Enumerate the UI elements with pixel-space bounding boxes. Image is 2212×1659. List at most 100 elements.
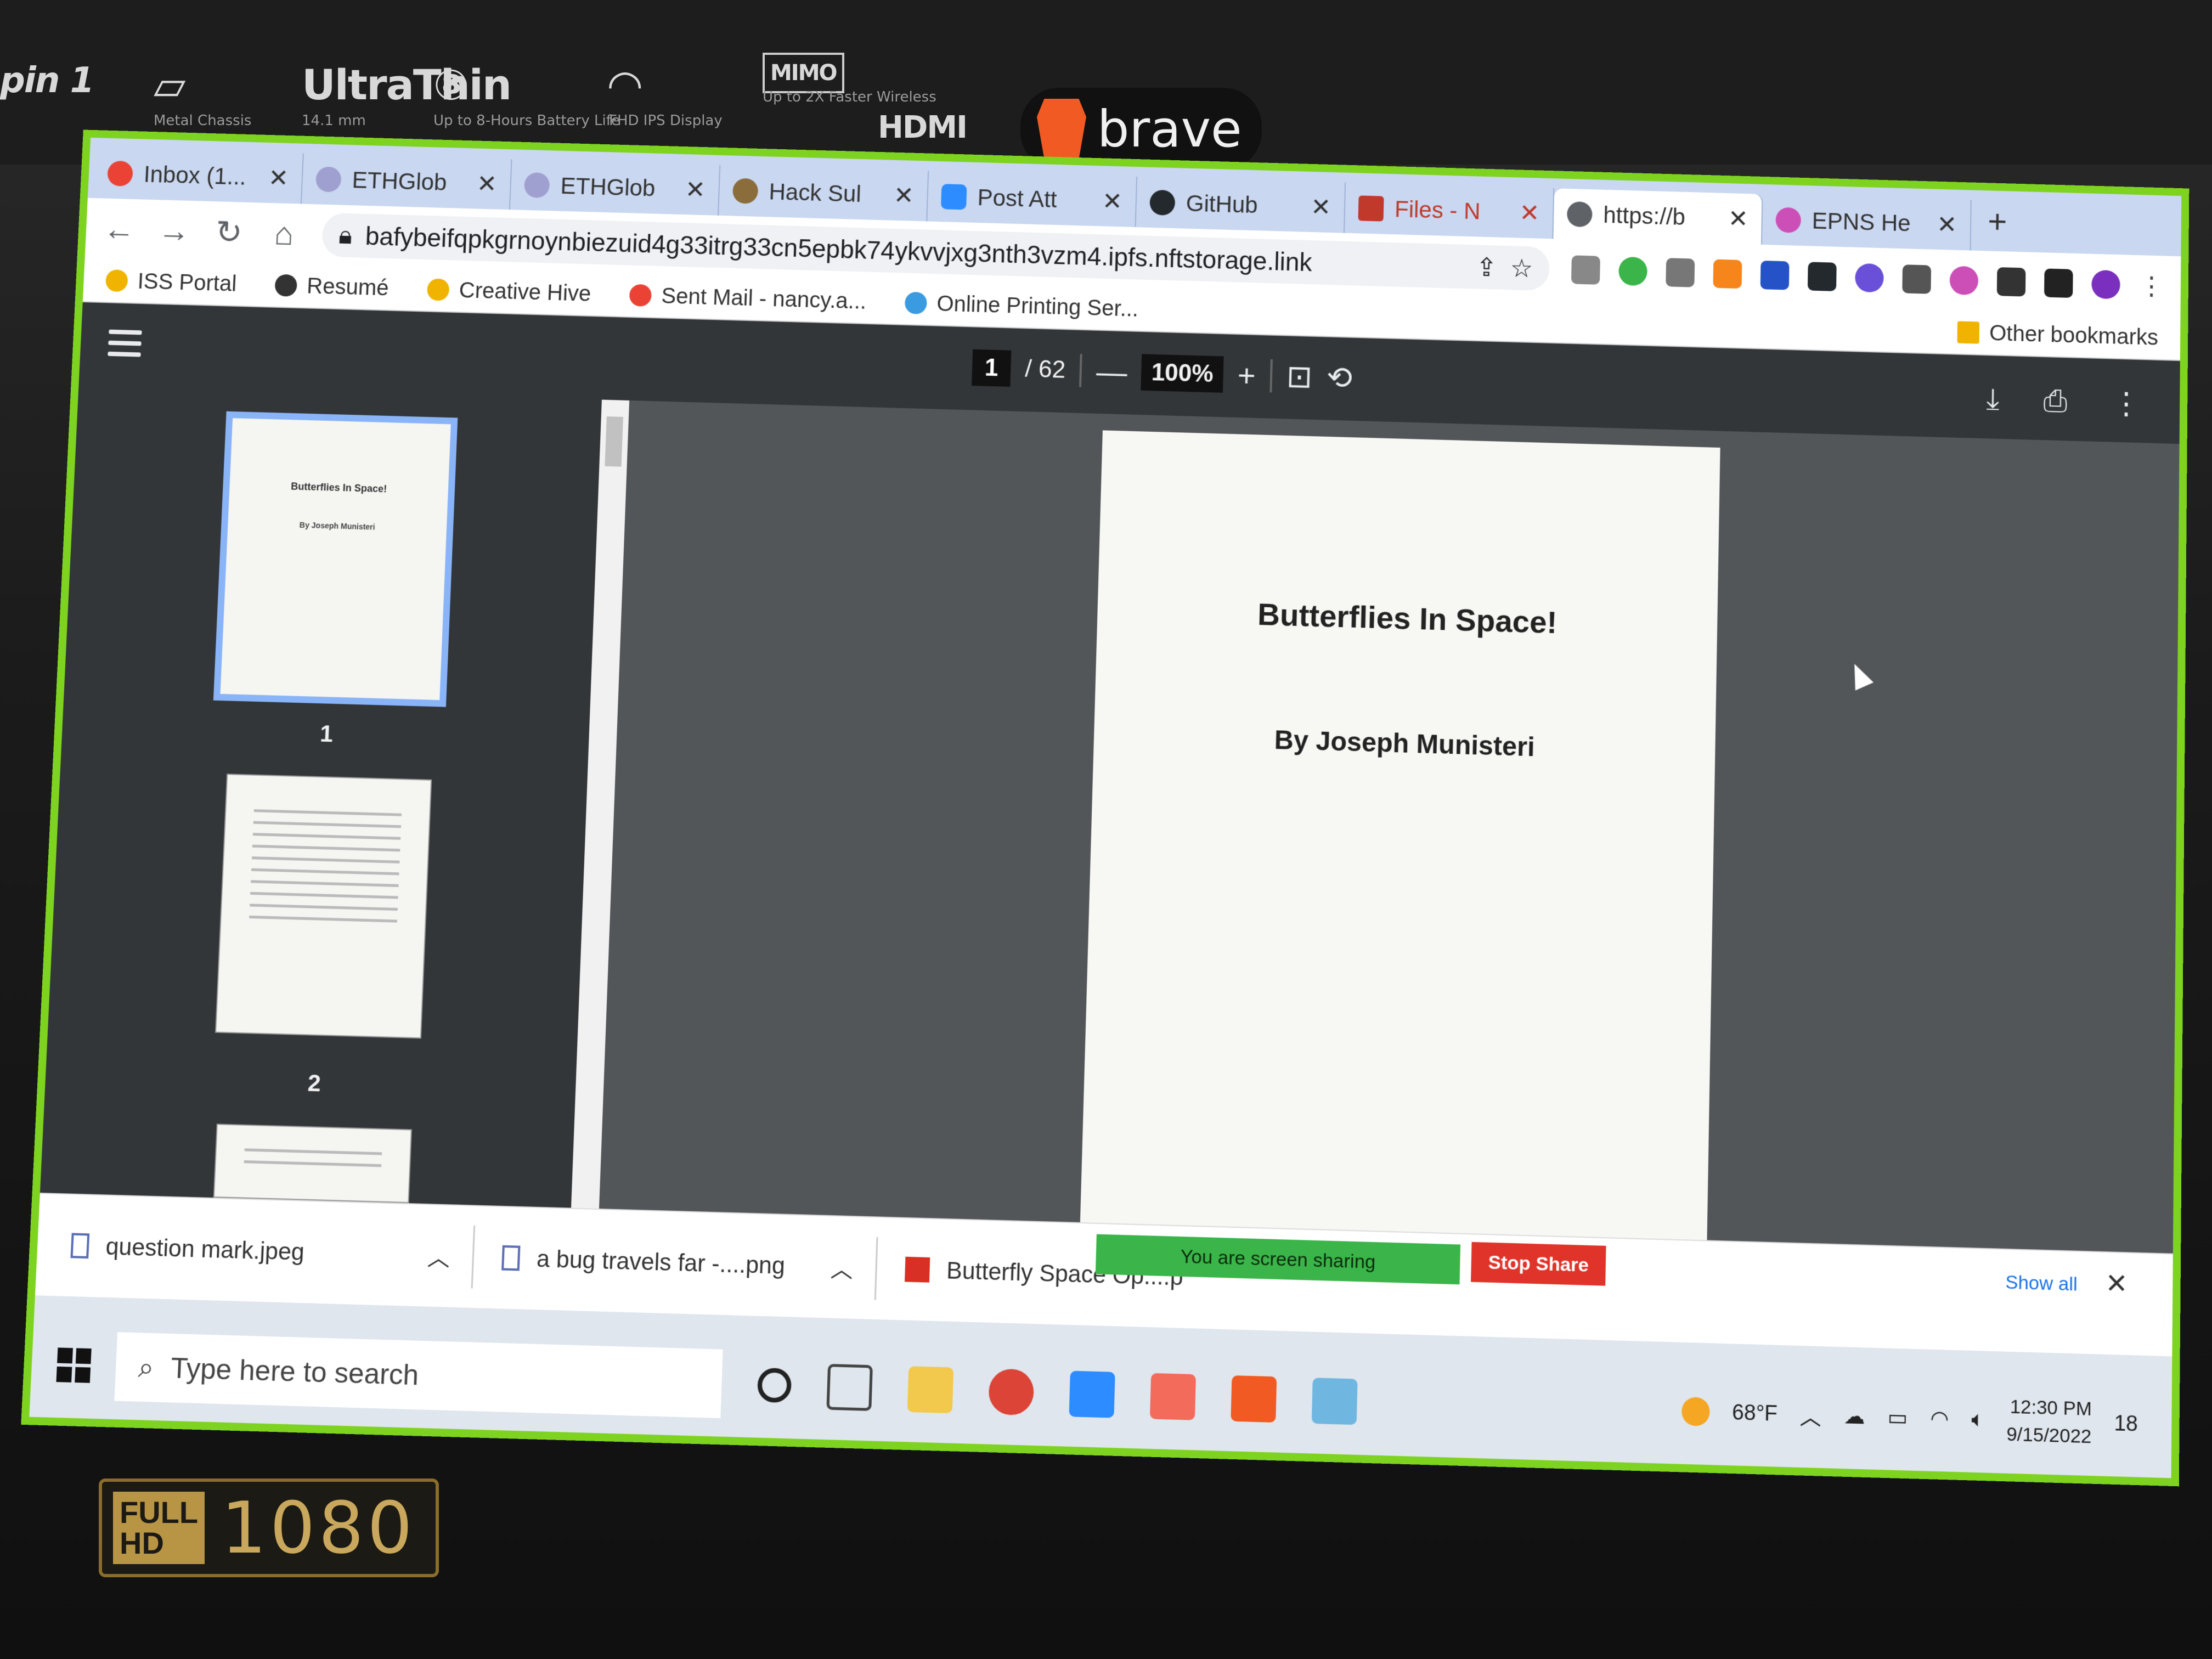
close-tab-icon[interactable]: ✕ [268,163,289,192]
bookmark-online-printing[interactable]: Online Printing Ser... [904,290,1139,321]
feature-display: ◠ FHD IPS Display [609,60,723,129]
bookmark-sent-mail[interactable]: Sent Mail - nancy.a... [629,283,867,314]
tab-github[interactable]: GitHub ✕ [1136,177,1346,233]
file-icon [501,1245,521,1271]
full-hd-label: FULL HD [113,1492,205,1564]
extension-icon[interactable] [1571,255,1600,285]
tab-zoom[interactable]: Post Att ✕ [927,171,1138,228]
app-icon[interactable] [1149,1373,1197,1420]
other-bookmarks[interactable]: Other bookmarks [1957,320,2158,350]
forward-arrow-icon[interactable]: → [157,212,191,250]
ethglobal-icon [523,172,550,199]
battery-icon[interactable]: ▭ [1887,1404,1908,1430]
printing-icon [904,291,927,314]
zoom-app-icon[interactable] [1069,1370,1115,1418]
close-tab-icon[interactable]: ✕ [1937,210,1957,239]
zoom-in-button[interactable]: + [1237,357,1256,393]
close-tab-icon[interactable]: ✕ [1728,205,1748,233]
close-downloads-icon[interactable]: ✕ [2105,1267,2128,1300]
ethglobal-icon [315,166,342,193]
stop-share-button[interactable]: Stop Share [1471,1242,1606,1286]
bookmark-star-icon[interactable]: ☆ [1510,253,1533,283]
show-all-downloads-link[interactable]: Show all [2005,1272,2078,1296]
metamask-icon[interactable] [1713,259,1742,289]
app-icon[interactable] [1311,1378,1358,1425]
close-tab-icon[interactable]: ✕ [893,181,915,210]
page-thumbnail-1[interactable]: Butterflies In Space! By Joseph Munister… [213,411,458,707]
file-explorer-icon[interactable] [907,1366,954,1414]
extension-icon[interactable] [1949,266,1979,296]
feature-wireless: MIMO Up to 2X Faster Wireless [763,53,936,105]
scrollbar-thumb[interactable] [605,416,623,467]
cortana-icon[interactable] [757,1367,792,1403]
bookmark-iss-portal[interactable]: ISS Portal [105,268,237,296]
close-tab-icon[interactable]: ✕ [1519,199,1540,227]
download-item[interactable]: question mark.jpeg ︿ [69,1214,476,1289]
close-tab-icon[interactable]: ✕ [1310,193,1331,221]
more-options-icon[interactable]: ⋮ [2111,386,2141,421]
notification-count[interactable]: 18 [2114,1411,2138,1436]
feature-battery: ⑧ Up to 8-Hours Battery Life [433,60,620,129]
zoom-out-button[interactable]: — [1096,353,1127,390]
page-thumbnail-3[interactable] [213,1124,412,1204]
wifi-icon[interactable]: ◠ [1930,1406,1949,1432]
home-icon[interactable]: ⌂ [267,215,301,252]
bookmark-creative-hive[interactable]: Creative Hive [426,277,591,307]
close-tab-icon[interactable]: ✕ [1102,187,1122,216]
chevron-up-icon[interactable]: ︿ [830,1251,854,1285]
tab-ethglobal-2[interactable]: ETHGlob ✕ [510,159,721,216]
chevron-up-icon[interactable]: ︿ [1799,1399,1821,1431]
puzzle-piece-icon[interactable] [1996,267,2026,297]
extension-icon[interactable] [1666,258,1695,287]
profile-avatar[interactable] [2091,269,2120,300]
download-item[interactable]: a bug travels far -....png ︿ [472,1226,878,1300]
thumbnail-label: 1 [319,720,334,747]
extension-icon[interactable] [1618,256,1648,286]
print-icon[interactable]: ⎙ [2043,383,2067,419]
page-controls: 1 / 62 — 100% + ⊡ ⟲ [972,349,1353,397]
tab-active-ipfs[interactable]: https://b ✕ [1553,188,1763,245]
cloud-icon[interactable]: ☁ [1843,1403,1865,1429]
brave-browser-icon[interactable] [1231,1375,1277,1423]
tab-gmail[interactable]: Inbox (1... ✕ [93,148,304,204]
system-tray: 68°F ︿ ☁ ▭ ◠ 🔈︎ 12:30 PM 9/15/2022 18 [1681,1384,2171,1453]
hamburger-menu-icon[interactable] [108,329,142,358]
tab-hack-sul[interactable]: Hack Sul ✕ [719,165,929,222]
page-number-input[interactable]: 1 [972,349,1012,387]
extension-icon[interactable] [1807,262,1837,291]
side-panel-icon[interactable] [2044,268,2073,298]
rotate-icon[interactable]: ⟲ [1326,359,1353,397]
chevron-up-icon[interactable]: ︿ [427,1239,450,1273]
close-tab-icon[interactable]: ✕ [476,170,498,198]
model-label: pin 1 [0,60,94,101]
taskbar-clock[interactable]: 12:30 PM 9/15/2022 [2006,1393,2092,1451]
lock-icon: 🔒︎ [338,220,353,250]
chrome-icon[interactable] [988,1368,1035,1416]
fit-page-icon[interactable]: ⊡ [1286,358,1313,396]
extension-icon[interactable] [1760,260,1790,290]
avatar-icon [732,178,759,204]
browser-menu-icon[interactable]: ⋮ [2138,270,2164,301]
zoom-level[interactable]: 100% [1141,354,1224,393]
thumbnail-sidebar: Butterflies In Space! By Joseph Munister… [40,385,602,1208]
extension-icon[interactable] [1855,263,1884,293]
share-icon[interactable]: ⇪ [1476,252,1498,282]
start-button[interactable] [31,1347,116,1384]
bookmark-resume[interactable]: Resumé [274,273,390,301]
tab-ethglobal-1[interactable]: ETHGlob ✕ [301,153,512,210]
page-thumbnail-2[interactable] [215,774,432,1039]
tab-epns[interactable]: EPNS He ✕ [1762,194,1972,251]
resolution-label: 1080 [221,1486,416,1570]
reload-icon[interactable]: ↻ [212,213,246,251]
folder-icon [1957,321,1980,344]
weather-temp[interactable]: 68°F [1732,1400,1778,1426]
back-arrow-icon[interactable]: ← [102,210,137,248]
download-icon[interactable]: ⤓ [1986,382,2000,417]
new-tab-button[interactable]: + [1971,201,2024,241]
task-view-icon[interactable] [826,1363,873,1411]
taskbar-search[interactable]: ⌕ Type here to search [114,1332,723,1419]
speaker-icon[interactable]: 🔈︎ [1971,1407,1984,1432]
close-tab-icon[interactable]: ✕ [685,176,706,204]
tab-files[interactable]: Files - N ✕ [1344,182,1555,239]
extension-icon[interactable] [1902,264,1932,294]
